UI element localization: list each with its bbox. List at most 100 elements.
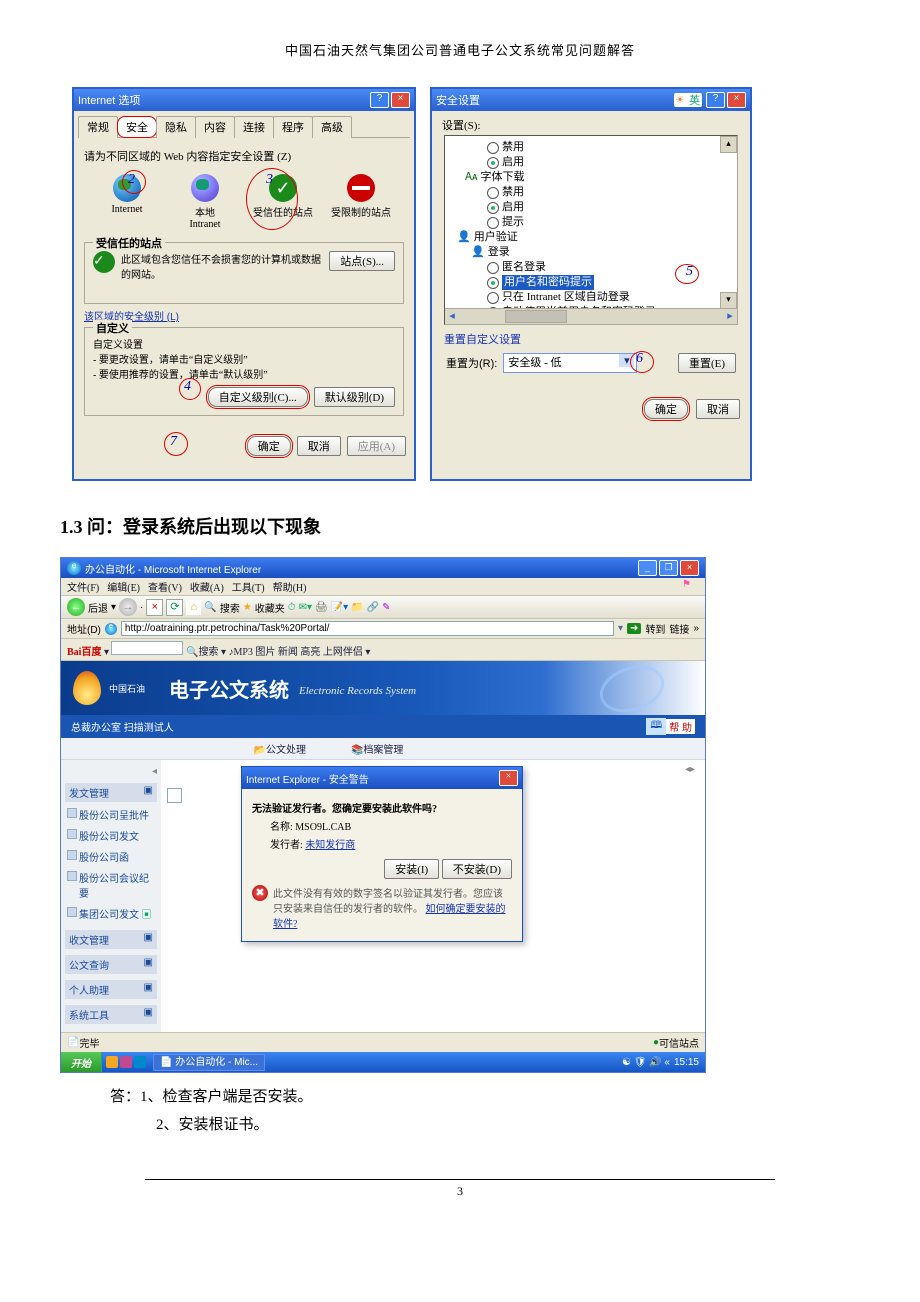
- quick-launch-icon[interactable]: [120, 1056, 132, 1068]
- refresh-icon[interactable]: ⟳: [166, 599, 183, 616]
- minimize-icon[interactable]: _: [638, 560, 657, 576]
- close-icon[interactable]: ×: [680, 560, 699, 576]
- radio-icon[interactable]: [487, 262, 499, 274]
- folder-icon[interactable]: 📁: [351, 602, 363, 613]
- zone-local-intranet[interactable]: 本地 Intranet: [170, 174, 240, 230]
- sites-button[interactable]: 站点(S)...: [329, 251, 395, 271]
- print-icon[interactable]: 🖨: [315, 602, 328, 613]
- tab-privacy[interactable]: 隐私: [156, 116, 196, 138]
- radio-icon[interactable]: [487, 187, 499, 199]
- tab-connections[interactable]: 连接: [234, 116, 274, 138]
- mail-icon[interactable]: ✉▾: [299, 602, 312, 613]
- stop-icon[interactable]: ×: [146, 599, 163, 616]
- sidebar-item[interactable]: 集团公司发文 ▣: [65, 903, 157, 924]
- forward-button[interactable]: →: [119, 598, 137, 616]
- radio-icon[interactable]: [487, 157, 499, 169]
- radio-icon[interactable]: [487, 292, 499, 304]
- reset-level-combo[interactable]: 安全级 - 低: [503, 353, 637, 373]
- baidu-search-input[interactable]: [111, 641, 183, 655]
- cancel-button[interactable]: 取消: [297, 436, 341, 456]
- collapse-icon[interactable]: ◂: [65, 766, 157, 777]
- go-button[interactable]: ➜: [627, 623, 641, 634]
- misc-icon[interactable]: ✎: [382, 602, 390, 613]
- company-name: 中国石油: [109, 682, 145, 695]
- ie-screenshot: e 办公自动化 - Microsoft Internet Explorer _ …: [60, 557, 706, 1073]
- sidebar-item[interactable]: 股份公司呈批件: [65, 804, 157, 825]
- address-label: 地址(D): [67, 621, 101, 636]
- titlebar[interactable]: 安全设置 ☀,英 ? ×: [432, 89, 750, 111]
- browser-icon: e: [105, 623, 117, 635]
- menu-bar[interactable]: 文件(F)编辑(E)查看(V)收藏(A)工具(T)帮助(H) ⚑: [61, 578, 705, 596]
- maximize-icon[interactable]: ❐: [659, 560, 678, 576]
- quick-launch-icon[interactable]: [134, 1056, 146, 1068]
- tab-content[interactable]: 内容: [195, 116, 235, 138]
- quick-launch-icon[interactable]: [106, 1056, 118, 1068]
- ok-button[interactable]: 确定: [644, 399, 688, 419]
- tray-icons[interactable]: ☯ 🛡 🔊 «: [622, 1057, 670, 1068]
- sidebar-group-send[interactable]: 发文管理▣: [65, 783, 157, 802]
- status-bar: 📄 完毕 ● 可信站点: [61, 1032, 705, 1052]
- close-icon[interactable]: ×: [499, 770, 518, 786]
- cancel-button[interactable]: 取消: [696, 399, 740, 419]
- help-link[interactable]: 🕮: [646, 718, 666, 735]
- radio-icon[interactable]: [487, 202, 499, 214]
- reset-button[interactable]: 重置(E): [678, 353, 736, 373]
- clock: 15:15: [674, 1057, 699, 1068]
- dont-install-button[interactable]: 不安装(D): [442, 859, 512, 879]
- settings-tree[interactable]: 禁用 启用 🗛字体下载 禁用 启用 提示 👤用户验证 👤登录 匿名登录 用户名和…: [444, 135, 738, 325]
- question-1-3-heading: 1.3 问：登录系统后出现以下现象: [60, 513, 860, 539]
- taskbar-item[interactable]: 📄 办公自动化 - Mic...: [153, 1054, 265, 1071]
- titlebar[interactable]: Internet Explorer - 安全警告 ×: [242, 767, 522, 789]
- edit-icon[interactable]: 📝▾: [331, 602, 348, 613]
- tab-programs[interactable]: 程序: [273, 116, 313, 138]
- sidebar-item[interactable]: 股份公司会议纪要: [65, 867, 157, 903]
- baidu-logo-text: Bai: [67, 647, 81, 658]
- install-button[interactable]: 安装(I): [384, 859, 439, 879]
- default-level-button[interactable]: 默认级别(D): [314, 387, 395, 407]
- zone-internet[interactable]: Internet: [92, 174, 162, 230]
- publisher-link[interactable]: 未知发行商: [305, 840, 355, 851]
- custom-group: 自定义 自定义设置 - 要更改设置，请单击“自定义级别” - 要使用推荐的设置，…: [84, 327, 404, 416]
- zone-restricted-sites[interactable]: 受限制的站点: [326, 174, 396, 230]
- back-button[interactable]: ←: [67, 598, 85, 616]
- scrollbar-thumb[interactable]: [505, 310, 567, 323]
- sidebar-group-personal[interactable]: 个人助理▣: [65, 980, 157, 999]
- start-button[interactable]: 开始: [61, 1052, 102, 1072]
- home-icon[interactable]: ⌂: [186, 600, 201, 615]
- sidebar-group-recv[interactable]: 收文管理▣: [65, 930, 157, 949]
- sidebar-item[interactable]: 股份公司发文: [65, 825, 157, 846]
- help-icon[interactable]: ?: [370, 92, 389, 108]
- star-icon: ★: [243, 602, 252, 613]
- tab-general[interactable]: 常规: [78, 116, 118, 138]
- help-icon[interactable]: ?: [706, 92, 725, 108]
- custom-level-button[interactable]: 自定义级别(C)...: [208, 387, 308, 407]
- close-icon[interactable]: ×: [727, 92, 746, 108]
- sidebar-item[interactable]: 股份公司函: [65, 846, 157, 867]
- address-bar: 地址(D) e http://oatraining.ptr.petrochina…: [61, 619, 705, 639]
- radio-icon[interactable]: [487, 277, 499, 289]
- decorative-swirl-icon: [594, 658, 670, 720]
- link-icon[interactable]: 🔗: [367, 602, 379, 613]
- close-icon[interactable]: ×: [391, 92, 410, 108]
- tab-security[interactable]: 安全: [117, 116, 157, 138]
- radio-icon[interactable]: [487, 142, 499, 154]
- horizontal-scrollbar[interactable]: ◂ ▸: [445, 308, 737, 324]
- zone-trusted-sites[interactable]: ✓受信任的站点: [248, 174, 318, 230]
- scroll-down-icon[interactable]: ▾: [720, 292, 737, 309]
- sidebar-group-tools[interactable]: 系统工具▣: [65, 1005, 157, 1024]
- portal-banner: 中国石油 电子公文系统 Electronic Records System: [61, 661, 705, 715]
- window-title: 办公自动化 - Microsoft Internet Explorer: [85, 561, 636, 576]
- url-input[interactable]: http://oatraining.ptr.petrochina/Task%20…: [121, 621, 614, 636]
- ok-button[interactable]: 确定: [247, 436, 291, 456]
- apply-button[interactable]: 应用(A): [347, 436, 406, 456]
- ie-titlebar[interactable]: e 办公自动化 - Microsoft Internet Explorer _ …: [61, 558, 705, 578]
- tab-advanced[interactable]: 高级: [312, 116, 352, 138]
- baidu-toolbar: Bai百度 ▾ 🔍搜索 ▾ ♪MP3 图片 新闻 高亮 上网伴侣 ▾: [61, 639, 705, 661]
- radio-icon[interactable]: [487, 217, 499, 229]
- titlebar[interactable]: Internet 选项 ? ×: [74, 89, 414, 111]
- annotation-number-4: 4: [184, 379, 191, 395]
- scroll-up-icon[interactable]: ▴: [720, 136, 737, 153]
- empty-checkbox-icon[interactable]: [167, 788, 182, 803]
- history-icon[interactable]: ⏱: [288, 602, 296, 613]
- sidebar-group-query[interactable]: 公文查询▣: [65, 955, 157, 974]
